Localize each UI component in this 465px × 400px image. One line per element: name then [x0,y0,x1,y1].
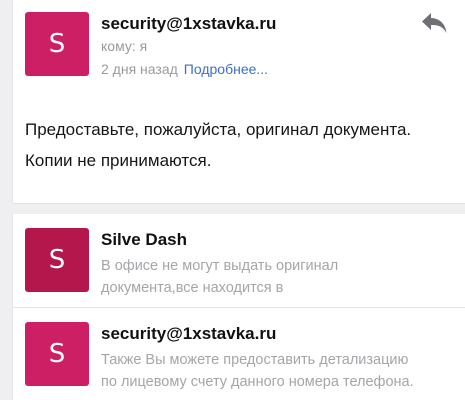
thread-item-silve-dash[interactable]: S Silve Dash В офисе не могут выдать ори… [13,214,465,308]
thread-preview: В офисе не могут выдать оригинал докумен… [101,258,339,296]
avatar-letter: S [48,29,66,59]
thread-list: S Silve Dash В офисе не могут выдать ори… [12,214,465,400]
details-link[interactable]: Подробнее... [184,61,268,77]
date-line: 2 дня назад Подробнее... [101,61,268,77]
sender-address[interactable]: security@1xstavka.ru [101,14,276,34]
avatar-letter: S [48,245,66,275]
open-message-card: S security@1xstavka.ru кому: я 2 дня наз… [12,0,465,204]
thread-sender: Silve Dash [101,230,187,249]
recipient-line: кому: я [101,38,148,54]
avatar-letter: S [48,339,66,369]
thread-item-security[interactable]: S security@1xstavka.ru Также Вы можете п… [13,308,465,400]
reply-arrow-icon[interactable] [419,10,449,36]
message-body-line: Копии не принимаются. [25,151,212,170]
sender-avatar: S [25,228,89,292]
sender-avatar[interactable]: S [25,12,89,76]
thread-preview: Также Вы можете предоставить детализацию… [101,352,414,390]
sender-avatar: S [25,322,89,386]
message-date: 2 дня назад [101,61,178,77]
thread-sender: security@1xstavka.ru [101,324,277,343]
message-body-line: Предоставьте, пожалуйста, оригинал докум… [25,120,412,139]
message-body: Предоставьте, пожалуйста, оригинал докум… [25,114,455,176]
